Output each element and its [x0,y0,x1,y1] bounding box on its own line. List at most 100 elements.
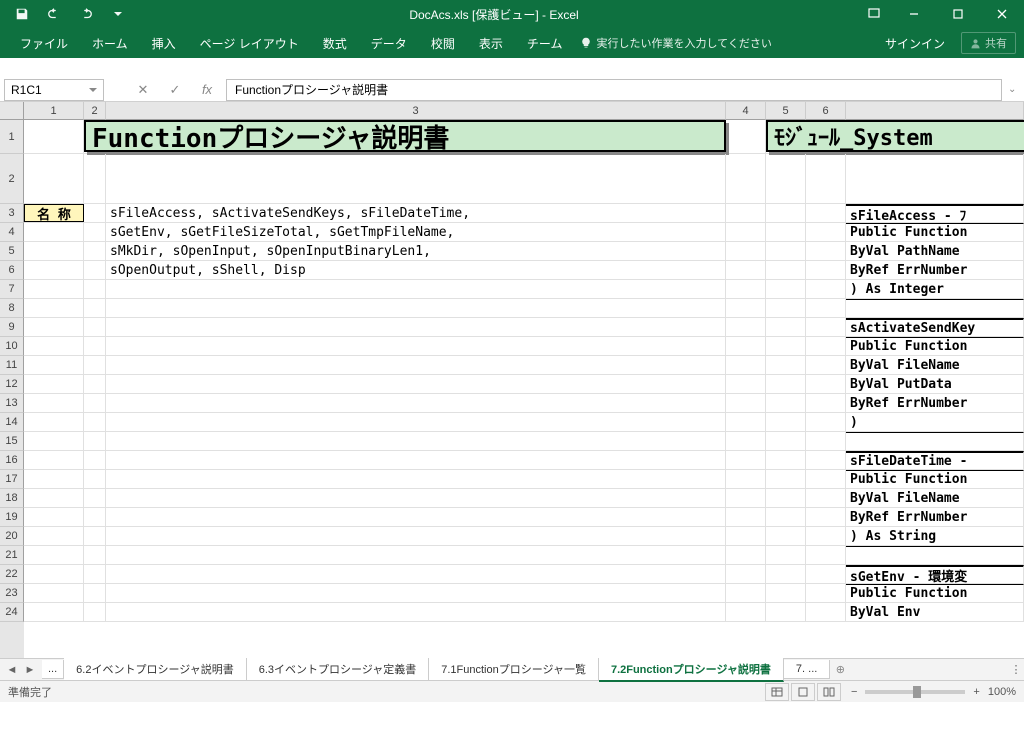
module-cell[interactable]: ﾓｼﾞｭｰﾙ_System [766,120,1024,152]
cell[interactable] [24,120,84,153]
row-header[interactable]: 15 [0,432,24,451]
cell[interactable] [106,508,726,526]
cell[interactable] [24,603,84,621]
cell[interactable] [726,299,766,317]
name-box[interactable]: R1C1 [4,79,104,101]
cell[interactable] [24,375,84,393]
cell[interactable] [106,413,726,431]
cell[interactable]: ) [846,413,1024,431]
share-button[interactable]: 共有 [961,32,1016,54]
cell[interactable] [806,508,846,526]
cell[interactable] [24,337,84,355]
tab-formulas[interactable]: 数式 [311,29,359,58]
cell[interactable] [766,204,806,222]
cell[interactable] [106,337,726,355]
col-header[interactable]: 1 [24,102,84,120]
cell[interactable] [24,154,84,203]
cell[interactable]: ) As Integer [846,280,1024,298]
cell[interactable] [24,318,84,336]
row-header[interactable]: 11 [0,356,24,375]
signin-button[interactable]: サインイン [873,29,957,58]
sheet-nav-next[interactable]: ► [22,664,38,676]
label-cell-name[interactable]: 名 称 [24,204,84,222]
cell[interactable] [106,565,726,583]
cell[interactable] [726,527,766,545]
cell[interactable] [24,242,84,260]
cell[interactable] [806,337,846,355]
cell[interactable] [24,432,84,450]
sheet-tab[interactable]: 7. ... [784,660,830,679]
row-header[interactable]: 13 [0,394,24,413]
cell[interactable]: Public Function [846,584,1024,602]
cell[interactable] [806,527,846,545]
ribbon-display-options[interactable] [856,0,892,28]
cell[interactable] [806,603,846,621]
row-header[interactable]: 8 [0,299,24,318]
zoom-level[interactable]: 100% [988,686,1016,698]
cell[interactable] [726,451,766,469]
zoom-slider[interactable] [865,690,965,694]
row-header[interactable]: 24 [0,603,24,622]
cell[interactable] [726,204,766,222]
cell[interactable]: Public Function [846,337,1024,355]
cell[interactable]: ByVal PathName [846,242,1024,260]
view-page-break-button[interactable] [817,683,841,701]
cell[interactable]: ByRef ErrNumber [846,261,1024,279]
cell[interactable] [84,546,106,564]
cell[interactable] [766,337,806,355]
cell[interactable] [84,565,106,583]
cell[interactable] [726,375,766,393]
cell[interactable] [84,470,106,488]
row-header[interactable]: 7 [0,280,24,299]
cell[interactable] [766,280,806,298]
cell[interactable] [726,489,766,507]
cell[interactable] [84,394,106,412]
row-header[interactable]: 18 [0,489,24,508]
sheet-nav-prev[interactable]: ◄ [4,664,20,676]
cell[interactable] [726,432,766,450]
worksheet-grid[interactable]: 1 2 3 4 5 6 1 2 3 4 5 6 7 8 9 10 11 12 1… [0,102,1024,658]
cell[interactable]: sActivateSendKey [846,318,1024,336]
tab-insert[interactable]: 挿入 [140,29,188,58]
cell[interactable] [726,242,766,260]
cell[interactable] [84,527,106,545]
cell[interactable]: Public Function [846,470,1024,488]
cell[interactable] [84,432,106,450]
tab-page-layout[interactable]: ページ レイアウト [188,29,311,58]
cell[interactable] [24,546,84,564]
cell[interactable] [726,154,766,203]
row-header[interactable]: 2 [0,154,24,204]
sheet-tab-active[interactable]: 7.2Functionプロシージャ説明書 [599,658,784,682]
cell[interactable] [766,546,806,564]
title-cell[interactable]: Functionプロシージャ説明書 [84,120,726,152]
cell[interactable]: sOpenOutput, sShell, Disp [106,261,726,279]
row-header[interactable]: 20 [0,527,24,546]
cell[interactable] [766,413,806,431]
cell[interactable] [84,584,106,602]
cell[interactable] [84,242,106,260]
cell[interactable] [84,337,106,355]
cell[interactable] [24,565,84,583]
cell[interactable] [726,337,766,355]
cell[interactable] [846,154,1024,203]
cell[interactable] [766,223,806,241]
cell[interactable] [806,432,846,450]
cell[interactable] [726,120,766,153]
cell[interactable] [24,280,84,298]
row-header[interactable]: 16 [0,451,24,470]
cell[interactable] [726,223,766,241]
tab-team[interactable]: チーム [515,29,575,58]
cell[interactable]: sGetEnv, sGetFileSizeTotal, sGetTmpFileN… [106,223,726,241]
add-sheet-button[interactable]: ⊕ [830,663,850,676]
cell[interactable] [84,451,106,469]
cell[interactable] [726,470,766,488]
cell[interactable] [84,318,106,336]
cell[interactable] [24,451,84,469]
cell[interactable] [106,584,726,602]
cell[interactable] [726,413,766,431]
cell[interactable] [726,356,766,374]
cell[interactable] [726,318,766,336]
cell[interactable] [106,375,726,393]
cell[interactable] [106,356,726,374]
cell[interactable] [766,451,806,469]
